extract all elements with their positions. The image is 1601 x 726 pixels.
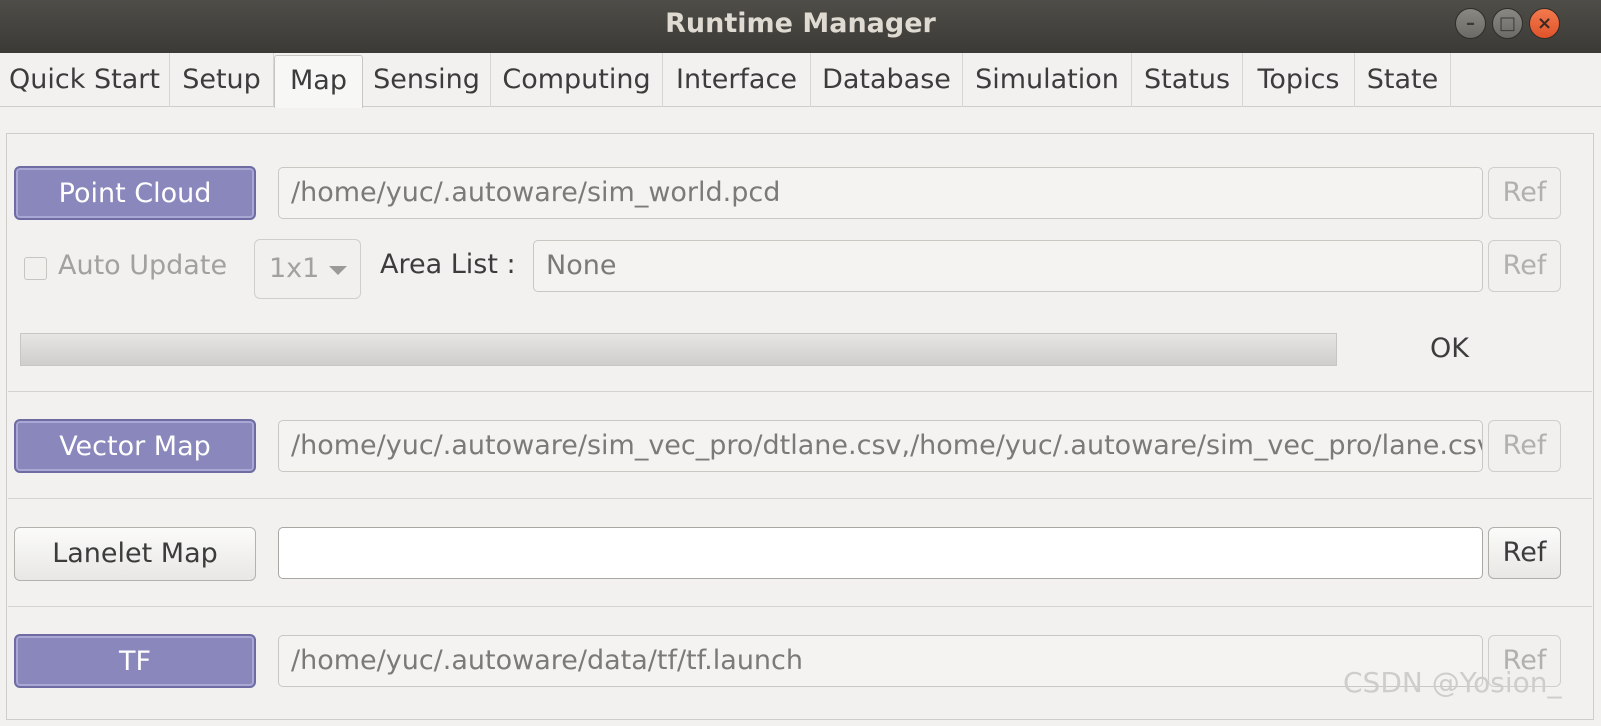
tab-map[interactable]: Map [274,55,363,108]
tab-bar: Quick Start Setup Map Sensing Computing … [0,53,1601,108]
section-divider [8,606,1592,607]
close-icon[interactable]: × [1529,8,1560,39]
tab-database[interactable]: Database [811,53,963,107]
tab-status[interactable]: Status [1132,53,1243,107]
auto-update-label: Auto Update [58,250,228,281]
watermark: CSDN @Yosion_ [1343,666,1562,699]
tab-topics[interactable]: Topics [1243,53,1355,107]
area-list-field[interactable]: None [533,240,1483,292]
tab-quick-start[interactable]: Quick Start [0,53,170,107]
tf-button[interactable]: TF [14,634,256,688]
grid-size-select[interactable]: 1x1 [254,239,361,299]
lanelet-map-path-field[interactable] [278,527,1483,579]
auto-update-checkbox[interactable] [24,257,47,280]
tf-path-field[interactable]: /home/yuc/.autoware/data/tf/tf.launch [278,635,1483,687]
minimize-icon[interactable]: – [1455,8,1486,39]
point-cloud-progress-bar [20,333,1337,366]
title-bar: Runtime Manager – □ × [0,0,1601,53]
point-cloud-status: OK [1430,333,1469,364]
area-list-ref-button[interactable]: Ref [1488,240,1561,292]
chevron-down-icon [329,266,347,275]
maximize-icon[interactable]: □ [1492,8,1523,39]
section-divider [8,391,1592,392]
point-cloud-ref-button[interactable]: Ref [1488,167,1561,219]
tab-setup[interactable]: Setup [170,53,274,107]
section-divider [8,498,1592,499]
tab-interface[interactable]: Interface [663,53,811,107]
tab-simulation[interactable]: Simulation [963,53,1132,107]
point-cloud-path-field[interactable]: /home/yuc/.autoware/sim_world.pcd [278,167,1483,219]
vector-map-ref-button[interactable]: Ref [1488,420,1561,472]
area-list-label: Area List : [380,249,516,280]
lanelet-map-ref-button[interactable]: Ref [1488,527,1561,579]
vector-map-path-field[interactable]: /home/yuc/.autoware/sim_vec_pro/dtlane.c… [278,420,1483,472]
vector-map-button[interactable]: Vector Map [14,419,256,473]
point-cloud-button[interactable]: Point Cloud [14,166,256,220]
window-title: Runtime Manager [665,8,936,39]
tab-computing[interactable]: Computing [491,53,663,107]
tab-state[interactable]: State [1355,53,1451,107]
lanelet-map-button[interactable]: Lanelet Map [14,527,256,581]
grid-size-value: 1x1 [269,253,320,284]
tab-sensing[interactable]: Sensing [363,53,491,107]
